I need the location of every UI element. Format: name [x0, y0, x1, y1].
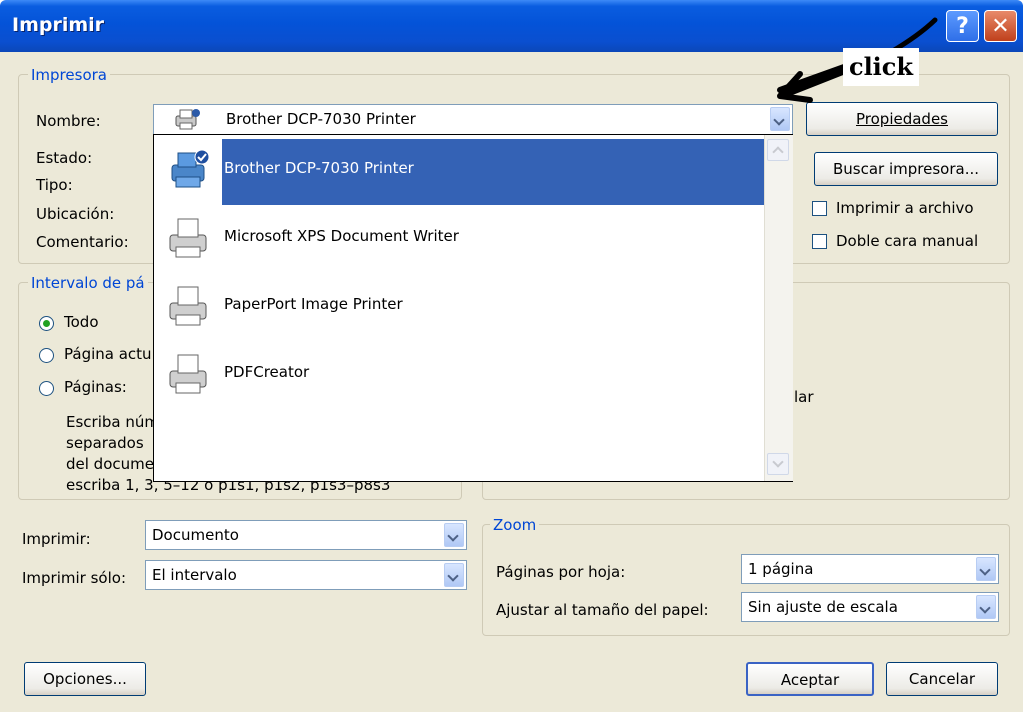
range-all-label: Todo [64, 313, 99, 331]
ok-button[interactable]: Aceptar [746, 662, 874, 696]
printer-location-label: Ubicación: [36, 205, 115, 223]
manual-duplex-label: Doble cara manual [836, 232, 979, 250]
range-help-line-2: separados [66, 434, 144, 452]
range-pages-label: Páginas: [64, 378, 127, 396]
printer-default-icon [171, 149, 210, 188]
print-what-select[interactable]: Documento [145, 520, 467, 550]
printer-icon [169, 218, 207, 258]
printer-type-label: Tipo: [36, 176, 73, 194]
range-help-line-1: Escriba núm [66, 413, 159, 431]
page-range-legend: Intervalo de pá [28, 274, 148, 292]
printer-icon [169, 354, 207, 394]
print-only-value: El intervalo [152, 566, 237, 584]
print-only-select[interactable]: El intervalo [145, 560, 467, 590]
print-to-file-checkbox[interactable] [812, 201, 827, 216]
manual-duplex-checkbox[interactable] [812, 234, 827, 249]
dropdown-scrollbar[interactable] [764, 135, 793, 481]
chevron-down-icon[interactable] [444, 563, 464, 587]
pages-per-sheet-label: Páginas por hoja: [496, 563, 626, 581]
dropdown-item-label: PDFCreator [224, 363, 310, 381]
options-button[interactable]: Opciones... [24, 662, 146, 696]
range-all-radio[interactable] [39, 316, 54, 331]
chevron-down-icon[interactable] [444, 523, 464, 547]
range-current-radio[interactable] [39, 348, 54, 363]
scale-to-paper-value: Sin ajuste de escala [748, 598, 898, 616]
dropdown-item-label: Brother DCP-7030 Printer [224, 159, 414, 177]
printer-status-label: Estado: [36, 149, 93, 167]
chevron-down-icon[interactable] [976, 557, 996, 581]
printer-name-label: Nombre: [36, 112, 101, 130]
print-to-file-label: Imprimir a archivo [836, 199, 974, 217]
print-only-label: Imprimir sólo: [22, 569, 126, 587]
find-printer-button[interactable]: Buscar impresora... [814, 152, 998, 186]
pages-per-sheet-select[interactable]: 1 página [741, 554, 999, 584]
printer-icon [169, 286, 207, 326]
window-title: Imprimir [12, 14, 105, 36]
annotation-click-label: click [843, 48, 919, 86]
collate-partial-label: lar [794, 388, 814, 406]
range-help-line-3: del docume [66, 455, 154, 473]
zoom-legend: Zoom [490, 516, 540, 534]
printer-name-select[interactable]: Brother DCP-7030 Printer [153, 104, 793, 135]
print-what-value: Documento [152, 526, 239, 544]
range-pages-radio[interactable] [39, 381, 54, 396]
print-what-label: Imprimir: [22, 530, 91, 548]
scroll-down-icon[interactable] [767, 453, 789, 475]
dropdown-item-brother[interactable]: Brother DCP-7030 Printer [154, 135, 764, 205]
printer-small-icon [175, 109, 200, 130]
printer-name-value: Brother DCP-7030 Printer [226, 110, 416, 128]
printer-group-legend: Impresora [28, 66, 110, 84]
dropdown-item-xps[interactable]: Microsoft XPS Document Writer [154, 203, 764, 271]
print-dialog: Imprimir ? ✕ Impresora Nombre: Estado: T… [0, 0, 1023, 712]
dropdown-item-label: Microsoft XPS Document Writer [224, 227, 459, 245]
dropdown-item-paperport[interactable]: PaperPort Image Printer [154, 271, 764, 339]
scale-to-paper-label: Ajustar al tamaño del papel: [496, 601, 709, 619]
range-current-label: Página actu [64, 345, 152, 363]
dropdown-item-label: PaperPort Image Printer [224, 295, 403, 313]
scale-to-paper-select[interactable]: Sin ajuste de escala [741, 592, 999, 622]
scroll-up-icon[interactable] [767, 139, 789, 161]
close-button[interactable]: ✕ [984, 10, 1017, 42]
printer-dropdown-list[interactable]: Brother DCP-7030 Printer Microsoft XPS D… [153, 134, 793, 482]
dropdown-item-pdfcreator[interactable]: PDFCreator [154, 339, 764, 407]
chevron-down-icon[interactable] [976, 595, 996, 619]
cancel-button[interactable]: Cancelar [886, 662, 998, 696]
pages-per-sheet-value: 1 página [748, 560, 814, 578]
printer-comment-label: Comentario: [36, 233, 129, 251]
